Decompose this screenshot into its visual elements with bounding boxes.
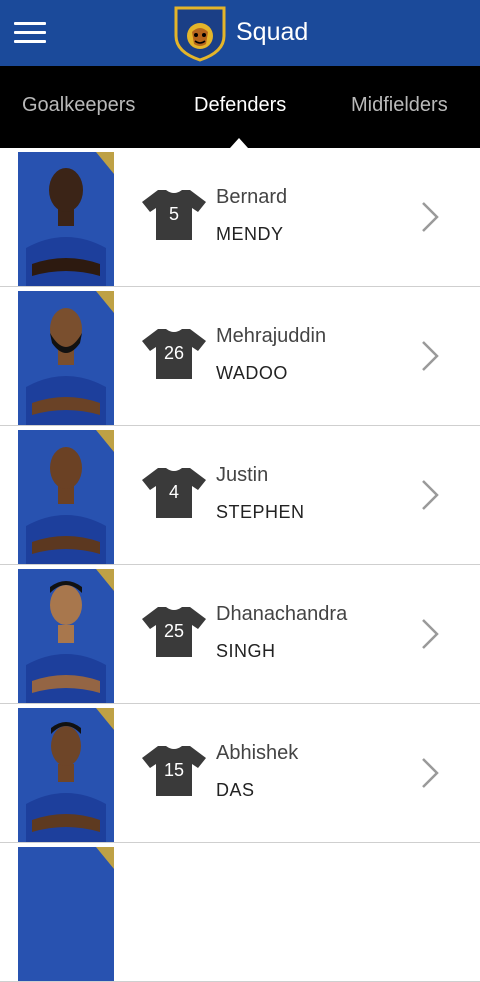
player-row-partial[interactable] <box>0 843 480 982</box>
active-tab-indicator <box>230 138 248 148</box>
player-last-name: DAS <box>216 780 255 800</box>
tab-midfielders[interactable]: Midfielders <box>351 94 448 117</box>
player-photo <box>18 708 114 842</box>
position-tabs: Goalkeepers Defenders Midfielders <box>0 66 480 148</box>
player-last-name: WADOO <box>216 363 288 383</box>
player-last-name: MENDY <box>216 224 284 244</box>
player-row[interactable]: 15 Abhishek DAS <box>0 704 480 843</box>
player-first-name: Mehrajuddin <box>216 325 327 347</box>
hamburger-menu-icon[interactable] <box>14 22 46 44</box>
player-photo <box>18 847 114 981</box>
chevron-right-icon <box>422 480 439 510</box>
player-photo <box>18 569 114 703</box>
player-row[interactable]: 5 Bernard MENDY <box>0 148 480 287</box>
player-row[interactable]: 25 Dhanachandra SINGH <box>0 565 480 704</box>
player-photo <box>18 152 114 286</box>
player-first-name: Justin <box>216 464 269 486</box>
chevron-right-icon <box>422 758 439 788</box>
app-bar: Squad <box>0 0 480 66</box>
chevron-right-icon <box>422 341 439 371</box>
jersey-number: 15 <box>163 760 185 780</box>
player-last-name: SINGH <box>216 641 276 661</box>
page-title: Squad <box>236 18 309 46</box>
club-logo <box>174 6 226 62</box>
jersey-number: 25 <box>163 621 185 641</box>
player-first-name: Dhanachandra <box>216 603 348 625</box>
player-last-name: STEPHEN <box>216 502 305 522</box>
jersey-number: 5 <box>168 204 179 224</box>
player-list: 5 Bernard MENDY 26 Mehrajuddin WADOO 4 J… <box>0 148 480 982</box>
player-photo <box>18 430 114 564</box>
player-first-name: Abhishek <box>216 742 299 764</box>
player-first-name: Bernard <box>216 186 288 208</box>
player-row[interactable]: 26 Mehrajuddin WADOO <box>0 287 480 426</box>
tab-goalkeepers[interactable]: Goalkeepers <box>22 94 135 117</box>
jersey-number: 4 <box>168 482 179 502</box>
jersey-number: 26 <box>163 343 185 363</box>
tab-defenders[interactable]: Defenders <box>194 94 286 117</box>
chevron-right-icon <box>422 619 439 649</box>
player-photo <box>18 291 114 425</box>
player-row[interactable]: 4 Justin STEPHEN <box>0 426 480 565</box>
chevron-right-icon <box>422 202 439 232</box>
